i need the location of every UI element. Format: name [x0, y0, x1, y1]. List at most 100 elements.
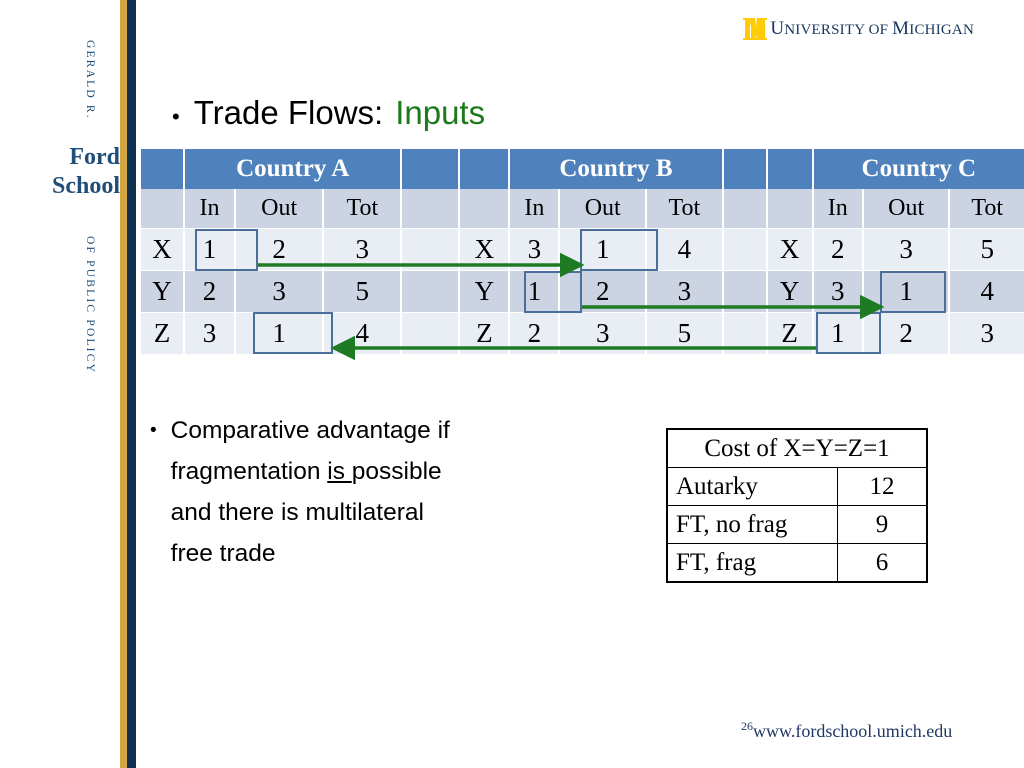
trade-flows-table: Country A Country B Country C In Out Tot… [141, 149, 1024, 355]
footer-url[interactable]: www.fordschool.umich.edu [753, 721, 952, 741]
comparative-advantage-bullet: • Comparative advantage if fragmentation… [150, 410, 570, 574]
title-accent-text: Inputs [395, 94, 486, 131]
bullet-line-1: Comparative advantage if [170, 417, 450, 444]
cost-summary-table: Cost of X=Y=Z=1 Autarky 12 FT, no frag 9… [666, 428, 928, 583]
wordmark-ichigan: ICHIGAN [909, 22, 974, 38]
subheader-gap-bc [722, 189, 768, 229]
gap-ab-y [401, 270, 461, 313]
cost-table-header: Cost of X=Y=Z=1 [666, 428, 928, 468]
cost-table-header-row: Cost of X=Y=Z=1 [666, 428, 928, 468]
cell-a-z-tot: 4 [323, 312, 403, 355]
subheader-gap-ab [401, 189, 461, 229]
page-number: 26 [741, 719, 753, 733]
bullet-line-2-pre: fragmentation [170, 458, 328, 485]
wordmark-of: OF [864, 22, 893, 38]
subheader-b-out: Out [559, 189, 647, 229]
cell-b-x-out: 1 [559, 228, 647, 271]
subheader-a-tot: Tot [323, 189, 403, 229]
gap-ab-x [401, 228, 461, 271]
cost-label-autarky: Autarky [666, 467, 838, 506]
row-label-c-x: X [766, 228, 814, 271]
cell-c-y-in: 3 [812, 270, 864, 313]
cost-table-row-autarky: Autarky 12 [666, 467, 928, 506]
cell-b-z-in: 2 [509, 312, 561, 355]
rail-gold-stripe [120, 0, 127, 768]
cell-c-x-tot: 5 [949, 228, 1024, 271]
flow-arrows-svg [258, 252, 885, 361]
wordmark-u: U [770, 18, 785, 39]
cell-a-z-in: 3 [184, 312, 237, 355]
row-label-a-y: Y [141, 270, 185, 313]
cell-a-y-tot: 5 [323, 270, 403, 313]
subheader-b-tot: Tot [645, 189, 724, 229]
cell-c-y-tot: 4 [949, 270, 1024, 313]
cell-b-z-out: 3 [559, 312, 647, 355]
bullet-text-body: Comparative advantage if fragmentation i… [171, 410, 450, 574]
cell-b-x-in: 3 [509, 228, 561, 271]
cell-b-y-in: 1 [509, 270, 561, 313]
row-label-c-z: Z [766, 312, 814, 355]
subheader-a-out: Out [235, 189, 325, 229]
cell-b-y-out: 2 [559, 270, 647, 313]
subheader-blank-b [459, 189, 511, 229]
header-spacer-b [459, 149, 511, 189]
cost-table-row-ft-frag: FT, frag 6 [666, 543, 928, 583]
rail-school-text: School [51, 173, 120, 199]
cost-table-row-ft-no-frag: FT, no frag 9 [666, 505, 928, 544]
cell-b-y-tot: 3 [645, 270, 724, 313]
bullet-line-4: free trade [170, 540, 276, 567]
header-gap-bc [722, 149, 768, 189]
header-country-a: Country A [184, 149, 403, 189]
rail-gerald-text: GERALD R. [84, 40, 96, 120]
cell-a-z-out: 1 [235, 312, 325, 355]
table-header-row-countries: Country A Country B Country C [141, 149, 1024, 189]
michigan-block-m-icon [743, 18, 768, 40]
title-main-text: Trade Flows: [193, 94, 384, 131]
row-label-c-y: Y [766, 270, 814, 313]
header-country-b: Country B [509, 149, 724, 189]
cell-a-x-in: 1 [184, 228, 237, 271]
row-label-b-z: Z [459, 312, 511, 355]
table-header-row-columns: In Out Tot In Out Tot In Out Tot [141, 189, 1024, 229]
rail-ford-text: Ford [69, 144, 120, 170]
bullet-line-2-post: possible [351, 458, 442, 485]
table-row-y: Y 2 3 5 Y 1 2 3 Y 3 1 4 [141, 270, 1024, 313]
cell-a-y-out: 3 [235, 270, 325, 313]
cell-c-z-tot: 3 [949, 312, 1024, 355]
cell-c-x-out: 3 [862, 228, 951, 271]
cost-value-ft-no-frag: 9 [837, 505, 928, 544]
row-label-b-y: Y [459, 270, 511, 313]
table-row-x: X 1 2 3 X 3 1 4 X 2 3 5 [141, 228, 1024, 271]
subheader-c-in: In [812, 189, 864, 229]
rail-public-policy-text: OF PUBLIC POLICY [84, 236, 96, 375]
bullet-line-2-underline: is [327, 458, 352, 485]
flow-annotation-overlay [0, 0, 1024, 768]
cell-b-z-tot: 5 [645, 312, 724, 355]
cost-label-ft-frag: FT, frag [666, 543, 838, 583]
gap-ab-z [401, 312, 461, 355]
cell-b-x-tot: 4 [645, 228, 724, 271]
row-label-a-x: X [141, 228, 185, 271]
header-country-c: Country C [812, 149, 1024, 189]
row-label-b-x: X [459, 228, 511, 271]
row-label-a-z: Z [141, 312, 185, 355]
bullet-line-3: and there is multilateral [170, 499, 424, 526]
slide-title: • Trade Flows: Inputs [172, 96, 485, 129]
header-gap-ab [401, 149, 461, 189]
wordmark-m: M [892, 18, 910, 39]
subheader-c-tot: Tot [949, 189, 1024, 229]
gap-bc-x [722, 228, 768, 271]
michigan-wordmark: UNIVERSITY OF MICHIGAN [770, 18, 974, 40]
cell-c-y-out: 1 [862, 270, 951, 313]
slide-footer: 26www.fordschool.umich.edu [741, 719, 952, 742]
cost-label-ft-no-frag: FT, no frag [666, 505, 838, 544]
subheader-blank-a [141, 189, 185, 229]
cost-value-ft-frag: 6 [837, 543, 928, 583]
gap-bc-y [722, 270, 768, 313]
table-row-z: Z 3 1 4 Z 2 3 5 Z 1 2 3 [141, 312, 1024, 355]
cell-c-x-in: 2 [812, 228, 864, 271]
wordmark-niversity: NIVERSITY [784, 22, 865, 38]
branding-rail: GERALD R. Ford School OF PUBLIC POLICY [0, 0, 138, 768]
cell-a-x-out: 2 [235, 228, 325, 271]
cell-c-z-in: 1 [812, 312, 864, 355]
